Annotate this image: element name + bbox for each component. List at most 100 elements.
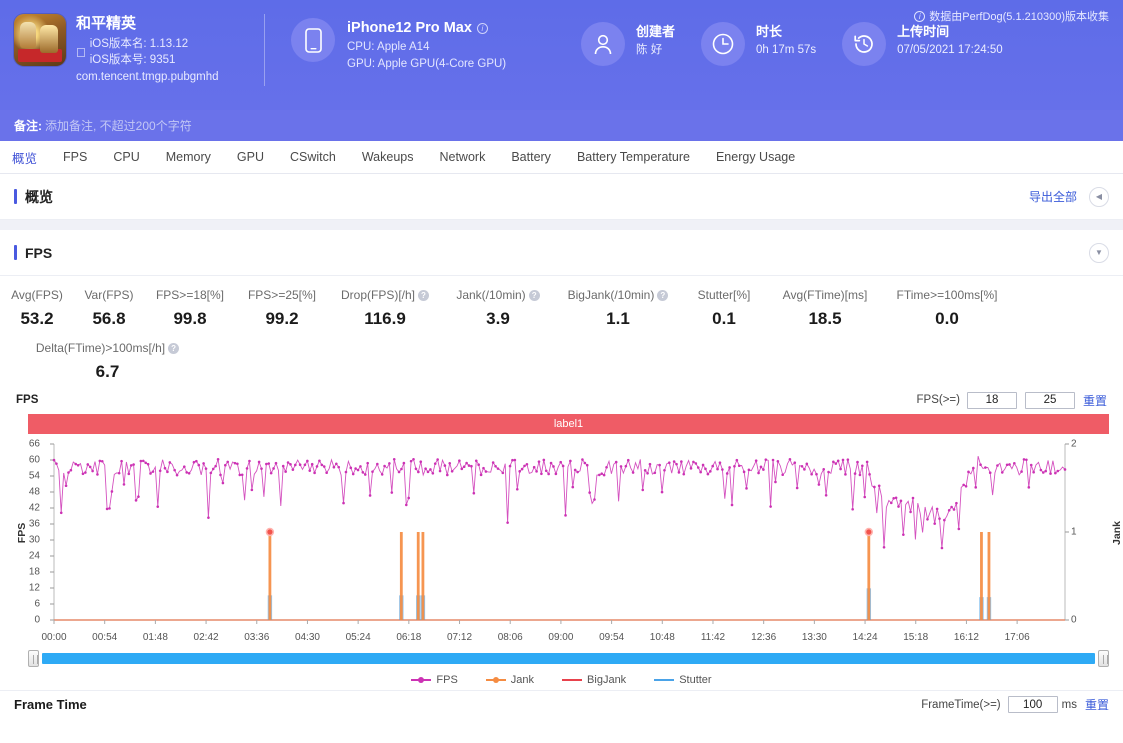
stat-avg-ftime: Avg(FTime)[ms] 18.5 [766,288,884,329]
note-input-placeholder[interactable]: 添加备注, 不超过200个字符 [45,117,192,134]
fps-panel-header: FPS ▼ [0,230,1123,276]
slider-handle-left[interactable] [28,650,39,667]
y-tick: 60 [14,455,40,466]
stat-delta-ftime: Delta(FTime)>100ms[/h] ? 6.7 [0,341,215,382]
tab-network[interactable]: Network [439,150,485,164]
tab-fps[interactable]: FPS [63,150,87,164]
fps-plot-area[interactable]: FPS Jank 0612182430364248546066 012 [28,438,1109,628]
fps-threshold-controls[interactable]: FPS(>=) 重置 [917,392,1107,409]
frame-time-controls[interactable]: FrameTime(>=) ms 重置 [921,696,1109,713]
fps-threshold-label: FPS(>=) [917,394,960,406]
tab-wakeups[interactable]: Wakeups [362,150,414,164]
fps-stats: Avg(FPS) 53.2 Var(FPS) 56.8 FPS>=18[%] 9… [0,276,1123,388]
frame-time-unit: ms [1062,699,1077,711]
stat-value: 1.1 [558,309,678,329]
upload-time-value: 07/05/2021 17:24:50 [897,42,1003,59]
x-tick: 09:00 [548,632,573,643]
help-icon[interactable]: ? [529,290,540,301]
x-tick: 00:00 [41,632,66,643]
time-range-slider[interactable] [28,650,1109,666]
series-label-bar[interactable]: label1 [28,414,1109,434]
stat-fps-ge-25: FPS>=25[%] 99.2 [236,288,328,329]
slider-handle-right[interactable] [1098,650,1109,667]
stat-value: 6.7 [4,362,211,382]
legend-item[interactable]: Stutter [654,674,711,686]
device-gpu: GPU: Apple GPU(4-Core GPU) [347,56,506,73]
y-tick: 6 [14,599,40,610]
tab-cpu[interactable]: CPU [113,150,139,164]
tab-memory[interactable]: Memory [166,150,211,164]
export-all-link[interactable]: 导出全部 [1029,188,1077,205]
fps-plot-svg [28,438,1093,628]
metric-tabs[interactable]: 概览 FPS CPU Memory GPU CSwitch Wakeups Ne… [0,141,1123,174]
tab-cswitch[interactable]: CSwitch [290,150,336,164]
fps-threshold-input-1[interactable] [967,392,1017,409]
tab-gpu[interactable]: GPU [237,150,264,164]
frame-time-threshold-input[interactable] [1008,696,1058,713]
overview-panel: 概览 导出全部 ◀ [0,174,1123,220]
tab-battery[interactable]: Battery [511,150,551,164]
y-tick: 24 [14,551,40,562]
help-icon[interactable]: ? [418,290,429,301]
stat-label: BigJank(/10min) [568,288,655,302]
legend-item[interactable]: BigJank [562,674,626,686]
stat-label: Stutter[%] [698,288,751,302]
x-tick: 04:30 [295,632,320,643]
frame-time-threshold-label: FrameTime(>=) [921,699,1000,711]
slider-track[interactable] [42,653,1095,664]
chevron-down-icon[interactable]: ▼ [1089,243,1109,263]
x-tick: 13:30 [802,632,827,643]
help-icon[interactable]: ? [168,343,179,354]
x-tick: 15:18 [903,632,928,643]
duration-label: 时长 [756,22,816,42]
legend-label: FPS [436,674,457,686]
legend-item[interactable]: FPS [411,674,457,686]
device-info-icon[interactable]: i [477,23,488,34]
help-icon[interactable]: ? [657,290,668,301]
legend-swatch [562,679,582,681]
stat-var-fps: Var(FPS) 56.8 [74,288,144,329]
os-version-name: iOS版本名: 1.13.12 [90,37,188,53]
stat-label: FPS>=18[%] [156,288,224,302]
stat-jank: Jank(/10min) ? 3.9 [442,288,554,329]
overview-panel-header: 概览 导出全部 ◀ [0,174,1123,220]
x-tick: 01:48 [143,632,168,643]
y-tick: 66 [14,439,40,450]
phone-icon [291,18,335,62]
tab-overview[interactable]: 概览 [12,148,37,167]
overview-title: 概览 [14,187,53,207]
stat-value: 53.2 [4,309,70,329]
device-cpu: CPU: Apple A14 [347,39,506,56]
y-tick: 30 [14,535,40,546]
fps-panel: FPS ▼ Avg(FPS) 53.2 Var(FPS) 56.8 FPS>=1… [0,230,1123,690]
legend-item[interactable]: Jank [486,674,534,686]
x-tick: 03:36 [244,632,269,643]
frame-time-reset-link[interactable]: 重置 [1085,696,1109,713]
y-tick: 12 [14,583,40,594]
history-icon [842,22,886,66]
tab-energy-usage[interactable]: Energy Usage [716,150,795,164]
y2-tick: 0 [1071,615,1097,626]
x-tick: 17:06 [1005,632,1030,643]
tab-battery-temperature[interactable]: Battery Temperature [577,150,690,164]
fps-reset-link[interactable]: 重置 [1083,392,1107,409]
x-axis: 00:0000:5401:4802:4203:3604:3005:2406:18… [28,628,1109,648]
collected-by-text: 数据由PerfDog(5.1.210300)版本收集 [929,8,1109,24]
note-label: 备注: [14,117,42,134]
stat-value: 99.2 [240,309,324,329]
chevron-left-icon[interactable]: ◀ [1089,187,1109,207]
y-tick: 42 [14,503,40,514]
stat-label: Jank(/10min) [456,288,525,302]
os-version-build: iOS版本号: 9351 [90,53,188,69]
x-tick: 08:06 [498,632,523,643]
fps-threshold-input-2[interactable] [1025,392,1075,409]
x-tick: 11:42 [701,632,725,643]
x-tick: 16:12 [954,632,979,643]
collected-by-note: i 数据由PerfDog(5.1.210300)版本收集 [914,8,1109,24]
stat-label: Avg(FTime)[ms] [783,288,868,302]
stat-value: 116.9 [332,309,438,329]
app-info-block: 和平精英  iOS版本名: 1.13.12 iOS版本号: 9351 com.… [0,0,264,86]
app-name: 和平精英 [76,14,219,34]
note-row[interactable]: 备注: 添加备注, 不超过200个字符 [0,110,1123,141]
stat-drop-fps: Drop(FPS)[/h] ? 116.9 [328,288,442,329]
